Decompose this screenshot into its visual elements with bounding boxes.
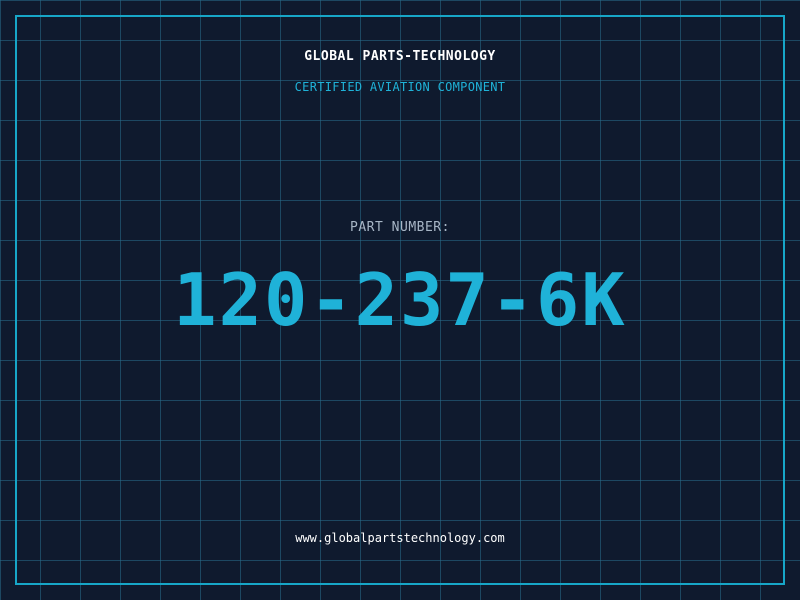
tagline: CERTIFIED AVIATION COMPONENT	[294, 80, 506, 94]
part-number-value: 120-237-6K	[173, 258, 627, 342]
brand-name: GLOBAL PARTS-TECHNOLOGY	[304, 49, 496, 64]
part-number-label: PART NUMBER:	[350, 220, 450, 235]
website-url: www.globalpartstechnology.com	[295, 531, 505, 545]
